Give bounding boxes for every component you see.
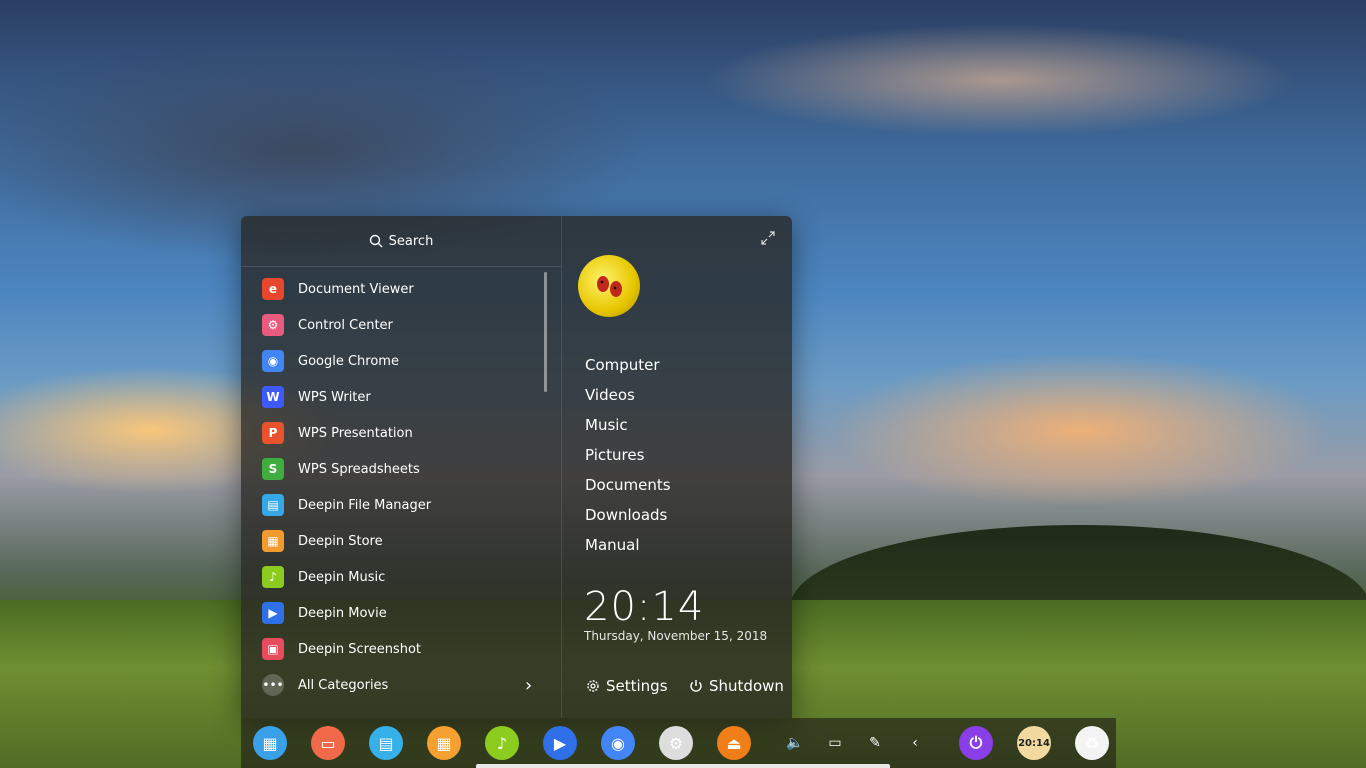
app-item-label: Deepin File Manager [298,497,432,513]
app-item[interactable]: W WPS Writer [241,379,561,415]
power-icon [690,680,702,692]
app-item-label: WPS Presentation [298,425,413,441]
app-item[interactable]: ⚙ Control Center [241,307,561,343]
volume-icon[interactable]: 🔈 [775,726,815,760]
all-categories-label: All Categories [298,677,389,693]
app-icon: ▣ [262,638,284,660]
app-item-label: Deepin Music [298,569,386,585]
fullscreen-toggle-icon[interactable] [760,230,776,246]
more-icon: ••• [262,674,284,696]
pen-icon[interactable]: ✎ [855,726,895,760]
app-item-label: Deepin Store [298,533,383,549]
app-icon: ▦ [262,530,284,552]
ladybug-icon [597,276,622,297]
app-item[interactable]: ◉ Google Chrome [241,343,561,379]
app-item-label: Control Center [298,317,393,333]
app-item[interactable]: ▣ Deepin Screenshot [241,631,561,667]
clock-dock-icon[interactable]: 20:14 [1017,726,1051,760]
deepin-movie-dock-icon[interactable]: ▶ [543,726,577,760]
place-link[interactable]: Downloads [585,500,671,530]
app-item[interactable]: ▶ Deepin Movie [241,595,561,631]
app-item-label: WPS Writer [298,389,371,405]
places-list: Computer Videos Music Pictures Documents Down… [585,350,671,560]
app-item[interactable]: e Document Viewer [241,271,561,307]
app-item-label: Deepin Screenshot [298,641,421,657]
launcher-dock-icon[interactable]: ▦ [253,726,287,760]
file-manager-dock-icon[interactable]: ▤ [369,726,403,760]
app-item-label: Document Viewer [298,281,414,297]
battery-icon[interactable]: ▭ [815,726,855,760]
dock: ▦ ▭ ▤ ▦ ♪ ▶ ◉ ⚙ ⏏ 🔈 ▭ ✎ ‹ ⏻ 20:14 ♻ [241,718,1116,768]
app-icon: e [262,278,284,300]
app-list-scrollbar[interactable] [544,272,547,392]
app-item-label: Deepin Movie [298,605,387,621]
search-label: Search [388,233,434,249]
app-icon: ♪ [262,566,284,588]
app-icon: P [262,422,284,444]
chevron-right-icon: › [525,674,533,696]
dock-active-indicator [476,764,890,768]
power-dock-icon[interactable]: ⏻ [959,726,993,760]
app-item[interactable]: S WPS Spreadsheets [241,451,561,487]
place-link[interactable]: Computer [585,350,671,380]
search-icon [369,234,383,248]
place-link[interactable]: Documents [585,470,671,500]
shutdown-button[interactable]: Shutdown [688,677,784,695]
app-list: e Document Viewer ⚙ Control Center ◉ Google C… [241,271,561,667]
google-chrome-dock-icon[interactable]: ◉ [601,726,635,760]
app-icon: W [262,386,284,408]
app-item[interactable]: ▤ Deepin File Manager [241,487,561,523]
eject-dock-icon[interactable]: ⏏ [717,726,751,760]
trash-dock-icon[interactable]: ♻ [1075,726,1109,760]
app-icon: S [262,458,284,480]
settings-button[interactable]: Settings [585,677,668,695]
gear-icon [587,680,599,692]
app-item-label: WPS Spreadsheets [298,461,420,477]
user-pane: Computer Videos Music Pictures Documents Down… [562,216,792,718]
clock-time: 20:14 [584,584,705,630]
place-link[interactable]: Manual [585,530,671,560]
user-avatar[interactable] [578,255,640,317]
search-box[interactable]: Search [241,216,561,267]
control-center-dock-icon[interactable]: ⚙ [659,726,693,760]
place-link[interactable]: Videos [585,380,671,410]
deepin-store-dock-icon[interactable]: ▦ [427,726,461,760]
app-icon: ▶ [262,602,284,624]
app-item[interactable]: P WPS Presentation [241,415,561,451]
chevron-left-icon[interactable]: ‹ [895,726,935,760]
app-list-pane: Search e Document Viewer ⚙ Control Center ◉ G… [241,216,562,718]
app-item[interactable]: ♪ Deepin Music [241,559,561,595]
clock-date: Thursday, November 15, 2018 [584,629,768,643]
place-link[interactable]: Pictures [585,440,671,470]
place-link[interactable]: Music [585,410,671,440]
app-icon: ⚙ [262,314,284,336]
shutdown-label: Shutdown [709,677,784,695]
all-categories-button[interactable]: ••• All Categories › [241,669,561,701]
deepin-music-dock-icon[interactable]: ♪ [485,726,519,760]
app-item[interactable]: ▦ Deepin Store [241,523,561,559]
app-item-label: Google Chrome [298,353,399,369]
settings-label: Settings [606,677,668,695]
launcher-window: Search e Document Viewer ⚙ Control Center ◉ G… [241,216,792,718]
multitask-view-dock-icon[interactable]: ▭ [311,726,345,760]
app-icon: ▤ [262,494,284,516]
app-icon: ◉ [262,350,284,372]
